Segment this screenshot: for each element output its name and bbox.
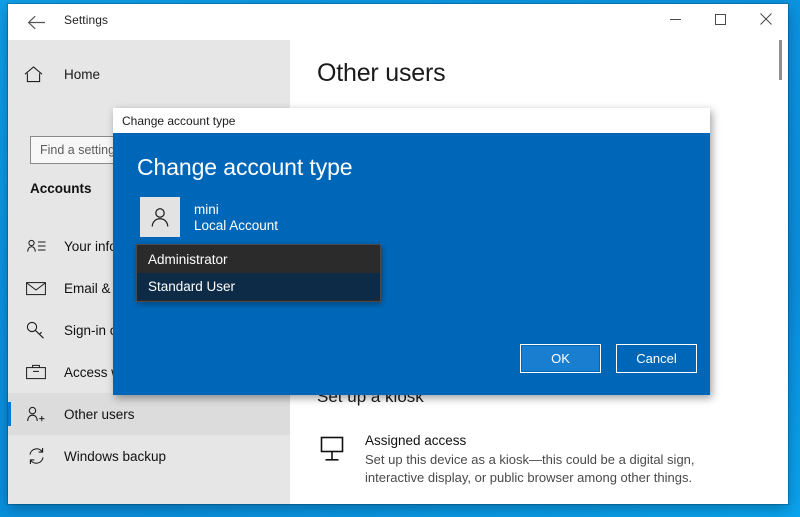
cancel-button[interactable]: Cancel — [616, 344, 697, 373]
close-button[interactable] — [743, 4, 788, 34]
ok-button[interactable]: OK — [520, 344, 601, 373]
assigned-access-title: Assigned access — [365, 433, 467, 448]
sidebar-item-label: Other users — [64, 406, 135, 422]
sync-icon — [24, 446, 48, 466]
person-details-icon — [24, 236, 48, 256]
sidebar-item-home[interactable]: Home — [8, 54, 290, 94]
dropdown-option-standard-user[interactable]: Standard User — [137, 273, 380, 300]
home-icon — [24, 65, 48, 83]
dialog-user-text: mini Local Account — [194, 202, 278, 233]
envelope-icon — [24, 278, 48, 298]
sidebar-item-windows-backup[interactable]: Windows backup — [8, 435, 290, 477]
page-title: Other users — [317, 59, 446, 87]
change-account-type-dialog: Change account type Change account type … — [113, 108, 710, 395]
dialog-titlebar: Change account type — [113, 108, 710, 134]
assigned-access-row[interactable]: Assigned access Set up this device as a … — [317, 433, 737, 486]
content-scrollbar[interactable] — [774, 40, 788, 504]
maximize-button[interactable] — [698, 4, 743, 34]
dialog-user-account-type: Local Account — [194, 217, 279, 233]
search-placeholder-text: Find a setting — [40, 143, 116, 157]
dialog-heading: Change account type — [137, 154, 353, 180]
dropdown-option-administrator[interactable]: Administrator — [137, 246, 380, 273]
dialog-titlebar-title: Change account type — [122, 114, 236, 128]
kiosk-display-icon — [317, 433, 357, 486]
settings-titlebar: Settings — [8, 4, 788, 40]
sidebar-item-label: Your info — [64, 238, 117, 254]
dialog-user-row: mini Local Account — [140, 197, 278, 237]
desktop-background: Settings Home Find a setting Accounts Yo… — [0, 0, 800, 517]
back-arrow-icon[interactable] — [14, 6, 58, 38]
assigned-access-description: Set up this device as a kiosk—this could… — [365, 452, 695, 485]
settings-window: Settings Home Find a setting Accounts Yo… — [8, 4, 788, 504]
sidebar-item-label: Windows backup — [64, 448, 167, 464]
dialog-button-row: OK Cancel — [113, 344, 710, 374]
scrollbar-thumb[interactable] — [779, 40, 782, 80]
person-avatar-icon — [140, 197, 180, 237]
sidebar-home-label: Home — [64, 66, 101, 82]
sidebar-item-other-users[interactable]: Other users — [8, 393, 290, 435]
key-icon — [24, 320, 48, 340]
settings-window-title: Settings — [64, 13, 109, 27]
account-type-dropdown-list[interactable]: Administrator Standard User — [136, 244, 381, 302]
dialog-user-name: mini — [194, 201, 219, 217]
assigned-access-text: Assigned access Set up this device as a … — [357, 433, 715, 486]
person-plus-icon — [24, 404, 48, 424]
minimize-button[interactable] — [653, 4, 698, 34]
sidebar-section-title: Accounts — [30, 181, 92, 196]
briefcase-icon — [24, 362, 48, 382]
